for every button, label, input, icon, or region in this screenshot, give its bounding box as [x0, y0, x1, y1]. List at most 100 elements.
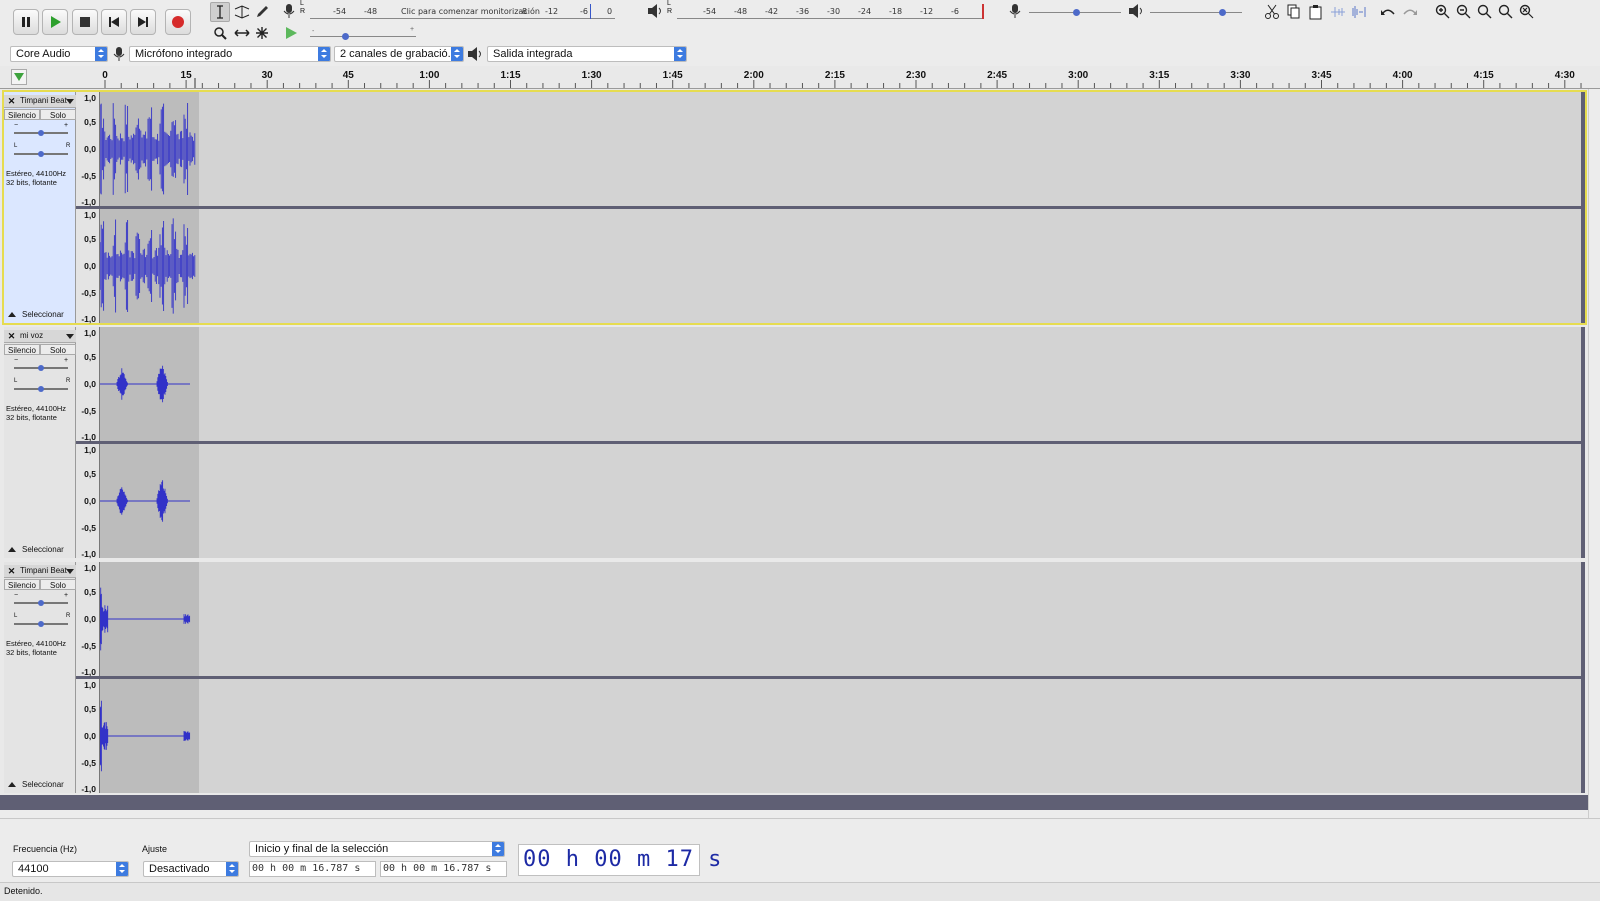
- channel-waveform-area[interactable]: [100, 444, 1581, 558]
- audio-position-display[interactable]: 00 h 00 m 17 s: [518, 844, 721, 876]
- copy-button[interactable]: [1283, 1, 1303, 21]
- selection-end-time[interactable]: 00 h 00 m 16.787 s: [380, 861, 507, 877]
- selection-start-time[interactable]: 00 h 00 m 16.787 s: [249, 861, 376, 877]
- snap-select[interactable]: Desactivado: [143, 861, 239, 877]
- track-select-button[interactable]: Seleccionar: [4, 779, 76, 791]
- amplitude-scale[interactable]: 1,0 0,5 0,0 -0,5 -1,0: [76, 327, 100, 442]
- gain-slider[interactable]: [14, 130, 68, 136]
- zoom-toggle-button[interactable]: [1516, 1, 1536, 21]
- track-menu-chevron-icon[interactable]: [66, 569, 74, 574]
- pan-slider-knob[interactable]: [38, 621, 44, 627]
- amplitude-scale[interactable]: 1,0 0,5 0,0 -0,5 -1,0: [76, 562, 100, 677]
- channel-waveform-area[interactable]: [100, 92, 1581, 206]
- audio-host-select[interactable]: Core Audio: [10, 46, 108, 62]
- fit-project-button[interactable]: [1495, 1, 1515, 21]
- pan-slider[interactable]: [14, 151, 68, 157]
- channels-select[interactable]: 2 canales de grabació...: [334, 46, 464, 62]
- track-menu-chevron-icon[interactable]: [66, 99, 74, 104]
- mute-button[interactable]: Silencio: [4, 344, 40, 355]
- timeline-ruler[interactable]: 0 15 30 45 1:00 1:15 1:30 1:45 2:00 2:15 2:30 2:45 3…: [0, 66, 1600, 89]
- speed-slider-knob[interactable]: [342, 33, 349, 40]
- multi-tool[interactable]: [252, 23, 272, 43]
- solo-button[interactable]: Solo: [40, 579, 76, 590]
- pan-slider-knob[interactable]: [38, 151, 44, 157]
- fit-selection-button[interactable]: [1474, 1, 1494, 21]
- track-name-bar[interactable]: ✕ mi voz: [4, 330, 76, 343]
- undo-button[interactable]: [1377, 1, 1397, 21]
- gain-slider[interactable]: [14, 600, 68, 606]
- playback-volume-slider[interactable]: [1150, 9, 1242, 16]
- close-icon[interactable]: ✕: [6, 330, 17, 342]
- waveform[interactable]: [100, 444, 210, 558]
- channel-waveform-area[interactable]: [100, 327, 1581, 441]
- gain-slider-knob[interactable]: [38, 600, 44, 606]
- redo-button[interactable]: [1399, 1, 1419, 21]
- playback-meter[interactable]: -54 -48 -42 -36 -30 -24 -18 -12 -6: [675, 7, 985, 17]
- selection-tool[interactable]: [210, 2, 230, 22]
- audio-track[interactable]: ✕ mi voz Silencio Solo − + L R Estéreo, …: [4, 327, 1585, 559]
- record-volume-slider[interactable]: [1029, 9, 1121, 16]
- amplitude-scale[interactable]: 1,0 0,5 0,0 -0,5 -1,0: [76, 92, 100, 207]
- pan-slider-knob[interactable]: [38, 386, 44, 392]
- track-menu-chevron-icon[interactable]: [66, 334, 74, 339]
- track-control-panel[interactable]: ✕ mi voz Silencio Solo − + L R Estéreo, …: [4, 327, 76, 558]
- pan-slider[interactable]: [14, 386, 68, 392]
- pause-button[interactable]: [13, 9, 39, 35]
- pan-slider[interactable]: [14, 621, 68, 627]
- playback-volume-knob[interactable]: [1219, 9, 1226, 16]
- waveform[interactable]: [100, 679, 210, 793]
- time-shift-tool[interactable]: [231, 23, 251, 43]
- silence-button[interactable]: [1349, 1, 1369, 21]
- channel-waveform-area[interactable]: [100, 209, 1581, 323]
- paste-button[interactable]: [1305, 1, 1325, 21]
- audio-track[interactable]: ✕ Timpani Beat Silencio Solo − + L R Est…: [4, 562, 1585, 794]
- track-select-button[interactable]: Seleccionar: [4, 544, 76, 556]
- record-meter[interactable]: -54 -48 Clic para comenzar monitorizació…: [308, 7, 618, 17]
- play-at-speed-button[interactable]: [283, 25, 301, 41]
- selection-mode-select[interactable]: Inicio y final de la selección: [249, 841, 505, 857]
- track-name-bar[interactable]: ✕ Timpani Beat: [4, 95, 76, 108]
- waveform[interactable]: [100, 209, 210, 323]
- record-button[interactable]: [165, 9, 191, 35]
- waveform[interactable]: [100, 327, 210, 441]
- gain-slider[interactable]: [14, 365, 68, 371]
- vertical-scrollbar[interactable]: [1588, 89, 1600, 818]
- horizontal-scrollbar[interactable]: [0, 810, 1588, 818]
- output-device-select[interactable]: Salida integrada: [487, 46, 687, 62]
- skip-to-start-button[interactable]: [101, 9, 127, 35]
- audio-track[interactable]: ✕ Timpani Beat Silencio Solo − + L R Est…: [2, 90, 1587, 325]
- amplitude-scale[interactable]: 1,0 0,5 0,0 -0,5 -1,0: [76, 679, 100, 794]
- zoom-in-button[interactable]: [1432, 1, 1452, 21]
- close-icon[interactable]: ✕: [6, 565, 17, 577]
- envelope-tool[interactable]: [231, 2, 251, 22]
- solo-button[interactable]: Solo: [40, 109, 76, 120]
- project-rate-select[interactable]: 44100: [12, 861, 129, 877]
- gain-slider-knob[interactable]: [38, 365, 44, 371]
- zoom-tool[interactable]: [210, 23, 230, 43]
- stop-button[interactable]: [72, 9, 98, 35]
- track-select-button[interactable]: Seleccionar: [4, 309, 76, 321]
- waveform[interactable]: [100, 92, 210, 206]
- track-control-panel[interactable]: ✕ Timpani Beat Silencio Solo − + L R Est…: [4, 562, 76, 793]
- close-icon[interactable]: ✕: [6, 95, 17, 107]
- waveform[interactable]: [100, 562, 210, 676]
- mute-button[interactable]: Silencio: [4, 109, 40, 120]
- mute-button[interactable]: Silencio: [4, 579, 40, 590]
- zoom-out-button[interactable]: [1453, 1, 1473, 21]
- cut-button[interactable]: [1261, 1, 1281, 21]
- trim-button[interactable]: [1327, 1, 1347, 21]
- channel-waveform-area[interactable]: [100, 562, 1581, 676]
- skip-to-end-button[interactable]: [130, 9, 156, 35]
- amplitude-scale[interactable]: 1,0 0,5 0,0 -0,5 -1,0: [76, 444, 100, 559]
- draw-tool[interactable]: [252, 2, 272, 22]
- amplitude-scale[interactable]: 1,0 0,5 0,0 -0,5 -1,0: [76, 209, 100, 324]
- play-button[interactable]: [42, 9, 68, 35]
- input-device-select[interactable]: Micrófono integrado: [129, 46, 331, 62]
- speed-slider-track[interactable]: [310, 33, 416, 40]
- track-name-bar[interactable]: ✕ Timpani Beat: [4, 565, 76, 578]
- gain-slider-knob[interactable]: [38, 130, 44, 136]
- track-control-panel[interactable]: ✕ Timpani Beat Silencio Solo − + L R Est…: [4, 92, 76, 323]
- channel-waveform-area[interactable]: [100, 679, 1581, 793]
- solo-button[interactable]: Solo: [40, 344, 76, 355]
- record-volume-knob[interactable]: [1073, 9, 1080, 16]
